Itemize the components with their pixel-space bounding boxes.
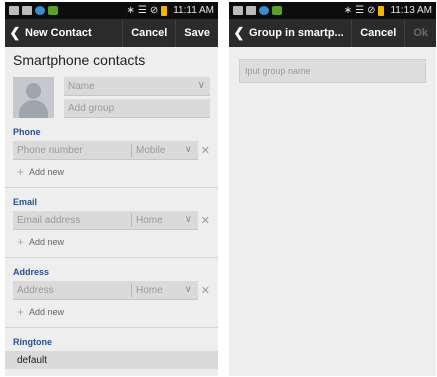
no-signal-icon: ⊘ bbox=[149, 5, 159, 16]
divider bbox=[5, 257, 218, 258]
action-bar: ❮ New Contact Cancel Save bbox=[5, 19, 218, 47]
sd-card-icon bbox=[22, 6, 32, 15]
battery-icon bbox=[161, 5, 168, 16]
ringtone-value: default bbox=[17, 354, 48, 366]
name-field[interactable]: Name ∨ bbox=[64, 77, 210, 96]
battery-icon bbox=[378, 5, 385, 16]
phone-type-select[interactable]: Mobile bbox=[136, 145, 165, 156]
name-placeholder: Name bbox=[68, 80, 95, 92]
address-row: Address Home ∨ ✕ bbox=[13, 281, 210, 300]
group-name-screen: ∗ ☰ ⊘ 11:13 AM ❮ Group in smartp... Canc… bbox=[229, 2, 436, 376]
group-placeholder: Add group bbox=[68, 102, 115, 114]
phone-section-label: Phone bbox=[13, 127, 41, 137]
chevron-down-icon[interactable]: ∨ bbox=[198, 80, 205, 91]
add-group-field[interactable]: Add group bbox=[64, 99, 210, 118]
add-email-label: Add new bbox=[29, 237, 65, 247]
plus-icon: + bbox=[17, 165, 25, 179]
contact-avatar-icon[interactable] bbox=[13, 77, 54, 118]
bluetooth-icon: ∗ bbox=[343, 5, 353, 16]
save-button[interactable]: Save bbox=[175, 19, 218, 47]
status-time: 11:13 AM bbox=[390, 5, 432, 16]
contact-form: Smartphone contacts Name ∨ Add group Pho… bbox=[5, 52, 218, 369]
chevron-down-icon[interactable]: ∨ bbox=[185, 284, 192, 295]
bluetooth-icon: ∗ bbox=[126, 5, 135, 16]
action-bar: ❮ Group in smartp... Cancel Ok bbox=[229, 19, 436, 47]
sd-card-icon bbox=[246, 6, 256, 15]
close-icon[interactable]: ✕ bbox=[198, 284, 210, 297]
wifi-icon: ☰ bbox=[355, 5, 365, 16]
ok-button[interactable]: Ok bbox=[404, 19, 436, 47]
name-group-column: Name ∨ Add group bbox=[64, 74, 210, 118]
address-placeholder: Address bbox=[17, 284, 54, 296]
android-icon bbox=[272, 6, 282, 15]
address-type-select[interactable]: Home bbox=[136, 285, 163, 296]
close-icon[interactable]: ✕ bbox=[198, 214, 210, 227]
account-heading: Smartphone contacts bbox=[13, 52, 146, 68]
chevron-left-icon[interactable]: ❮ bbox=[5, 25, 25, 41]
action-bar-title: New Contact bbox=[25, 27, 92, 39]
email-section-label: Email bbox=[13, 197, 38, 207]
group-name-input[interactable]: Iput group name bbox=[239, 59, 426, 83]
cancel-button[interactable]: Cancel bbox=[122, 19, 175, 47]
status-bar: ∗ ☰ ⊘ 11:13 AM bbox=[229, 2, 436, 19]
cancel-button[interactable]: Cancel bbox=[351, 19, 404, 47]
new-contact-screen: ∗ ☰ ⊘ 11:11 AM ❮ New Contact Cancel Save… bbox=[5, 2, 218, 376]
plus-icon: + bbox=[17, 235, 25, 249]
email-type-select[interactable]: Home bbox=[136, 215, 163, 226]
add-email-button[interactable]: + Add new bbox=[17, 235, 210, 249]
address-section-label: Address bbox=[13, 267, 50, 277]
ringtone-selector[interactable]: default bbox=[5, 351, 218, 369]
phone-placeholder: Phone number bbox=[17, 144, 83, 156]
divider bbox=[5, 187, 218, 188]
usb-icon bbox=[9, 6, 19, 15]
sync-icon bbox=[35, 6, 45, 15]
add-phone-label: Add new bbox=[29, 167, 65, 177]
group-name-placeholder: Iput group name bbox=[245, 66, 311, 76]
chevron-left-icon[interactable]: ❮ bbox=[229, 25, 249, 41]
add-address-label: Add new bbox=[29, 307, 65, 317]
photo-name-row: Name ∨ Add group bbox=[13, 74, 210, 118]
action-bar-title: Group in smartp... bbox=[249, 27, 344, 39]
sync-icon bbox=[259, 6, 269, 15]
status-bar: ∗ ☰ ⊘ 11:11 AM bbox=[5, 2, 218, 19]
phone-row: Phone number Mobile ∨ ✕ bbox=[13, 141, 210, 160]
email-placeholder: Email address bbox=[17, 214, 81, 226]
phone-number-field[interactable]: Phone number Mobile ∨ bbox=[13, 141, 198, 160]
android-icon bbox=[48, 6, 58, 15]
wifi-icon: ☰ bbox=[137, 5, 147, 16]
add-address-button[interactable]: + Add new bbox=[17, 305, 210, 319]
email-row: Email address Home ∨ ✕ bbox=[13, 211, 210, 230]
no-signal-icon: ⊘ bbox=[367, 5, 376, 16]
chevron-down-icon[interactable]: ∨ bbox=[185, 144, 192, 155]
close-icon[interactable]: ✕ bbox=[198, 144, 210, 157]
usb-icon bbox=[233, 6, 243, 15]
ringtone-section-label: Ringtone bbox=[13, 337, 52, 347]
chevron-down-icon[interactable]: ∨ bbox=[185, 214, 192, 225]
email-address-field[interactable]: Email address Home ∨ bbox=[13, 211, 198, 230]
status-time: 11:11 AM bbox=[173, 5, 214, 16]
address-field[interactable]: Address Home ∨ bbox=[13, 281, 198, 300]
plus-icon: + bbox=[17, 305, 25, 319]
add-phone-button[interactable]: + Add new bbox=[17, 165, 210, 179]
divider bbox=[5, 327, 218, 328]
